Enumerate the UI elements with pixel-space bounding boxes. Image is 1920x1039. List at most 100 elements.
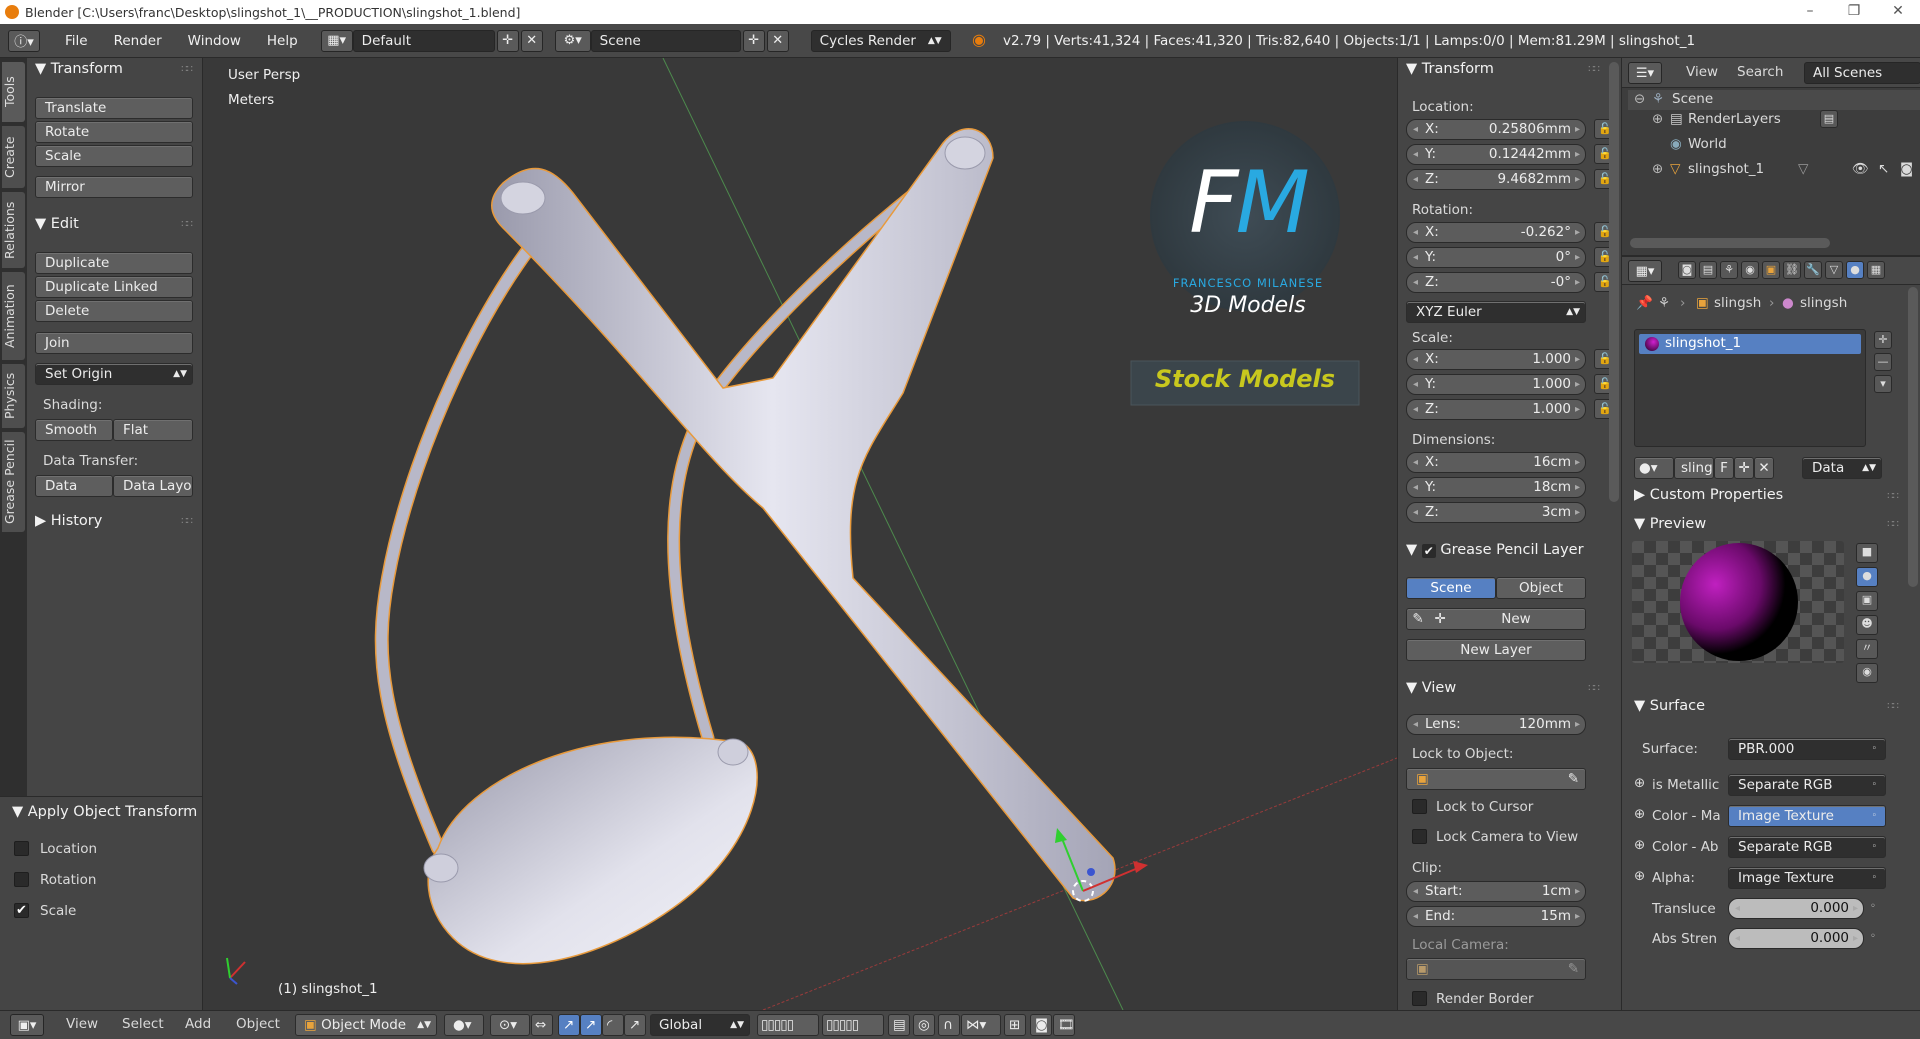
mode-select[interactable]: ▣ Object Mode ▲▼ <box>295 1014 437 1036</box>
layers-tab-icon[interactable]: ▤ <box>1699 261 1717 279</box>
tab-grease-pencil[interactable]: Grease Pencil <box>2 432 25 532</box>
layers-grid-2[interactable]: ▯▯▯▯▯ <box>822 1014 884 1036</box>
mirror-button[interactable]: Mirror <box>35 176 193 198</box>
remove-scene-icon[interactable]: ✕ <box>766 29 789 52</box>
dimension-z-field[interactable]: Z:3cm <box>1406 502 1586 523</box>
add-layout-icon[interactable]: ✛ <box>496 29 519 52</box>
scale-x-field[interactable]: X:1.000 <box>1406 349 1586 370</box>
pin-icon[interactable]: 📌 <box>1636 295 1653 311</box>
rotation-mode-select[interactable]: XYZ Euler ▲▼ <box>1406 301 1586 323</box>
duplicate-linked-button[interactable]: Duplicate Linked <box>35 276 193 298</box>
render-camera-icon[interactable]: ◙ <box>1900 161 1913 177</box>
clip-start-field[interactable]: Start:1cm <box>1406 881 1586 902</box>
preview-world-icon[interactable]: ◉ <box>1856 663 1878 683</box>
scale-y-field[interactable]: Y:1.000 <box>1406 374 1586 395</box>
material-slot-item[interactable]: slingshot_1 <box>1639 334 1861 354</box>
material-name-field[interactable]: slings <box>1674 457 1714 479</box>
tab-create[interactable]: Create <box>2 126 25 188</box>
add-scene-icon[interactable]: ✛ <box>742 29 765 52</box>
manipulator-toggle-icon[interactable]: ⇔ <box>531 1014 553 1036</box>
preview-header[interactable]: ▼ Preview <box>1634 516 1706 532</box>
menu-render[interactable]: Render <box>101 33 175 49</box>
scale-z-field[interactable]: Z:1.000 <box>1406 399 1586 420</box>
surface-select[interactable]: PBR.000 ◦ <box>1728 738 1886 760</box>
npanel-scrollbar[interactable] <box>1609 62 1619 502</box>
join-button[interactable]: Join <box>35 332 193 354</box>
mesh-data-icon[interactable]: ▽ <box>1798 161 1808 177</box>
apply-object-transform-header[interactable]: ▼ Apply Object Transform <box>12 804 197 820</box>
translate-button[interactable]: Translate <box>35 97 193 119</box>
location-z-field[interactable]: Z:9.4682mm <box>1406 169 1586 190</box>
screen-layout-icon[interactable]: ▦▾ <box>320 29 353 52</box>
render-border-checkbox[interactable] <box>1412 991 1427 1006</box>
panel-grip-icon[interactable]: ∷∷ <box>181 516 193 527</box>
snap-target-icon[interactable]: ⊞ <box>1004 1014 1026 1036</box>
location-checkbox[interactable] <box>14 841 29 856</box>
minimize-button[interactable]: – <box>1788 0 1832 24</box>
manipulator-z-handle[interactable] <box>1087 868 1095 876</box>
panel-grip-icon[interactable]: ∷∷ <box>181 64 193 75</box>
socket-icon[interactable]: ◦ <box>1870 901 1876 912</box>
preview-hair-icon[interactable]: 〃 <box>1856 639 1878 659</box>
rotate-button[interactable]: Rotate <box>35 121 193 143</box>
scene-tab-icon[interactable]: ⚘ <box>1720 261 1738 279</box>
slot-menu-icon[interactable]: ▾ <box>1874 375 1892 393</box>
panel-grip-icon[interactable]: ∷∷ <box>1887 519 1899 530</box>
duplicate-button[interactable]: Duplicate <box>35 252 193 274</box>
translate-manip-icon[interactable]: ↗ <box>558 1014 580 1036</box>
grease-pencil-layer-header[interactable]: ▼ ✔ Grease Pencil Layer <box>1406 542 1584 558</box>
properties-editor-icon[interactable]: ▦▾ <box>1628 260 1662 282</box>
outliner-view-menu[interactable]: View <box>1686 64 1718 80</box>
world-tab-icon[interactable]: ◉ <box>1741 261 1759 279</box>
maximize-button[interactable]: ❐ <box>1832 0 1876 24</box>
scale-checkbox[interactable]: ✔ <box>14 903 29 918</box>
local-camera-field[interactable]: ▣ ✎ <box>1406 958 1586 980</box>
color-ma-input[interactable]: Image Texture ◦ <box>1728 805 1886 827</box>
menu-help[interactable]: Help <box>254 33 311 49</box>
clip-end-field[interactable]: End:15m <box>1406 906 1586 927</box>
flat-button[interactable]: Flat <box>113 419 193 441</box>
modifiers-tab-icon[interactable]: 🔧 <box>1804 261 1822 279</box>
orientation-select[interactable]: Global ▲▼ <box>650 1014 750 1036</box>
outliner-filter-select[interactable]: All Scenes <box>1804 62 1920 84</box>
rotation-z-field[interactable]: Z:-0° <box>1406 272 1586 293</box>
gp-scene-button[interactable]: Scene <box>1406 577 1496 599</box>
scene-icon[interactable]: ⚙▾ <box>554 29 591 52</box>
rotate-manip-icon[interactable]: ↗ <box>580 1014 602 1036</box>
delete-button[interactable]: Delete <box>35 300 193 322</box>
rotate-icon[interactable]: ◜ <box>602 1014 624 1036</box>
magnet-icon[interactable]: ∩ <box>938 1014 960 1036</box>
menu-add[interactable]: Add <box>185 1016 211 1032</box>
new-material-icon[interactable]: ✛ <box>1734 457 1754 479</box>
3d-viewport[interactable]: User Persp Meters (1) slingshot_1 FM FRA… <box>203 58 1397 1010</box>
location-y-field[interactable]: Y:0.12442mm <box>1406 144 1586 165</box>
dimension-x-field[interactable]: X:16cm <box>1406 452 1586 473</box>
menu-select[interactable]: Select <box>122 1016 164 1032</box>
add-slot-icon[interactable]: ✛ <box>1874 331 1892 349</box>
rotation-y-field[interactable]: Y:0° <box>1406 247 1586 268</box>
outliner-search-menu[interactable]: Search <box>1737 64 1783 80</box>
lock-camera-checkbox[interactable] <box>1412 829 1427 844</box>
scene-field[interactable]: Scene <box>590 29 741 52</box>
selectability-cursor-icon[interactable]: ↖ <box>1878 161 1889 177</box>
scale-button[interactable]: Scale <box>35 145 193 167</box>
rotation-x-field[interactable]: X:-0.262° <box>1406 222 1586 243</box>
rotation-checkbox[interactable] <box>14 872 29 887</box>
gp-new-button[interactable]: ✎ ✛ New <box>1406 608 1586 630</box>
data-button[interactable]: Data <box>35 475 113 497</box>
constraints-tab-icon[interactable]: ⛓ <box>1783 261 1801 279</box>
location-x-field[interactable]: X:0.25806mm <box>1406 119 1586 140</box>
surface-header[interactable]: ▼ Surface <box>1634 698 1705 714</box>
set-origin-select[interactable]: Set Origin ▲▼ <box>35 363 193 385</box>
viewport-shading-icon[interactable]: ●▾ <box>444 1014 484 1036</box>
data-layout-button[interactable]: Data Layo <box>113 475 193 497</box>
editor-type-info-icon[interactable]: ⓘ▾ <box>8 29 40 52</box>
material-browse-icon[interactable]: ●▾ <box>1634 457 1674 479</box>
expand-icon[interactable]: ⊕ <box>1634 775 1645 791</box>
color-ab-input[interactable]: Separate RGB ◦ <box>1728 836 1886 858</box>
visibility-eye-icon[interactable]: 👁 <box>1852 161 1869 177</box>
dimension-y-field[interactable]: Y:18cm <box>1406 477 1586 498</box>
is-metallic-input[interactable]: Separate RGB ◦ <box>1728 774 1886 796</box>
expand-icon[interactable]: ⊕ <box>1634 806 1645 822</box>
remove-layout-icon[interactable]: ✕ <box>520 29 543 52</box>
